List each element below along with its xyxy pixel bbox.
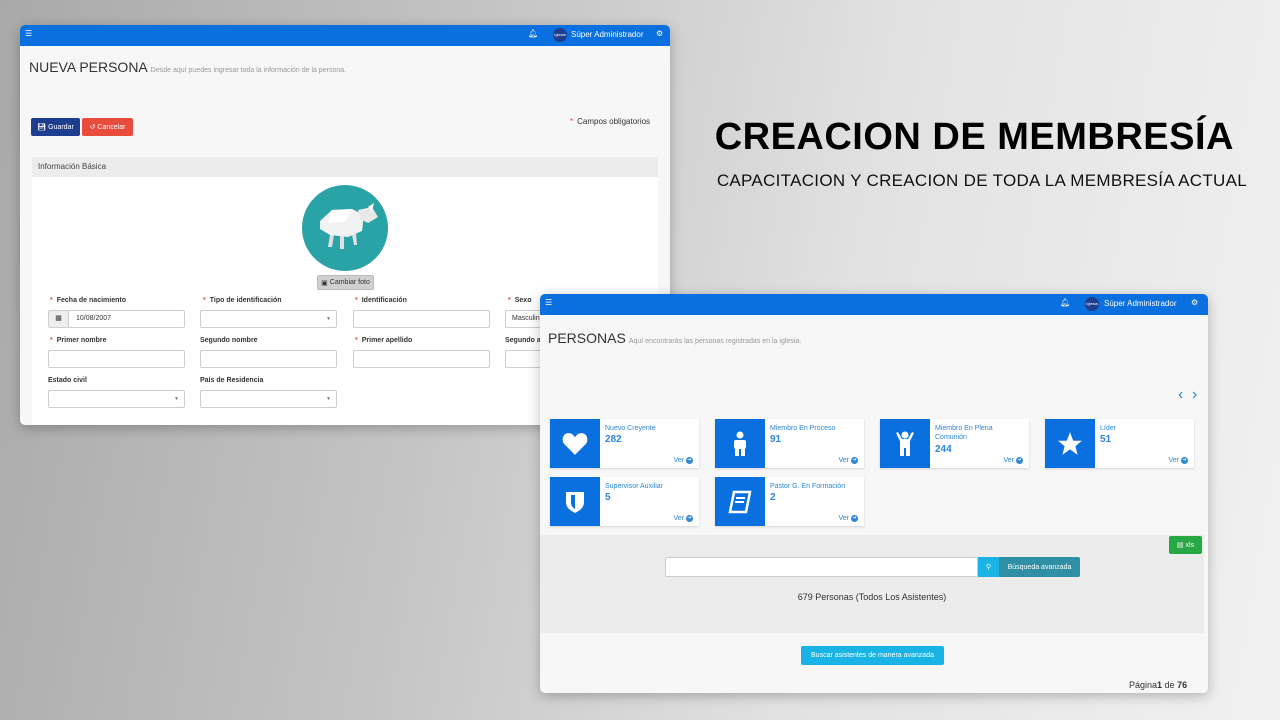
card-count: 91	[770, 434, 782, 445]
xls-export-button[interactable]: ▤ xls	[1169, 536, 1202, 554]
civil-status-select[interactable]: ▼	[48, 390, 185, 408]
hamburger-icon[interactable]: ☰	[25, 29, 32, 38]
avatar[interactable]: Iglesia	[1085, 297, 1099, 311]
person-arms-up-icon	[880, 419, 930, 468]
card-name: Nuevo Creyente	[605, 425, 656, 432]
card-lider[interactable]: Líder 51 Ver ➔	[1045, 419, 1194, 468]
required-note: * Campos obligatorios	[570, 117, 651, 126]
card-count: 51	[1100, 434, 1112, 445]
user-name[interactable]: Súper Administrador	[571, 30, 643, 39]
top-navbar: ☰ 🔔︎ Iglesia Súper Administrador ⚙	[540, 294, 1208, 315]
advanced-search-assistants-button[interactable]: Buscar asistentes de manera avanzada	[801, 646, 944, 665]
image-icon: ▣	[321, 279, 328, 287]
bell-icon[interactable]: 🔔︎	[1060, 298, 1070, 307]
page-title: PERSONAS Aquí encontrarás las personas re…	[548, 330, 802, 346]
floppy-icon: 💾︎	[37, 124, 47, 131]
person-photo	[302, 185, 388, 271]
change-photo-button[interactable]: ▣ Cambiar foto	[317, 275, 374, 290]
first-name-label: * Primer nombre	[50, 337, 107, 344]
chevron-right-icon[interactable]: ›	[1192, 386, 1197, 404]
card-name: Miembro En Plena Comunión	[935, 425, 993, 441]
country-label: País de Residencia	[200, 377, 264, 384]
sheep-icon	[320, 203, 378, 249]
chevron-down-icon: ▼	[326, 396, 331, 402]
card-miembro-en-proceso[interactable]: Miembro En Proceso 91 Ver ➔	[715, 419, 864, 468]
card-view-link[interactable]: Ver ➔	[838, 515, 858, 522]
card-count: 282	[605, 434, 622, 445]
undo-icon: ↺	[89, 124, 96, 131]
card-pastor-en-formacion[interactable]: Pastor G. En Formación 2 Ver ➔	[715, 477, 864, 526]
star-icon	[1045, 419, 1095, 468]
card-view-link[interactable]: Ver ➔	[1003, 457, 1023, 464]
card-nuevo-creyente[interactable]: Nuevo Creyente 282 Ver ➔	[550, 419, 699, 468]
cancel-button[interactable]: ↺ Cancelar	[82, 118, 133, 136]
calendar-icon: ▦	[49, 311, 69, 327]
panel-header: Información Básica	[32, 157, 658, 177]
file-excel-icon: ▤	[1176, 542, 1184, 549]
card-name: Miembro En Proceso	[770, 425, 836, 432]
hamburger-icon[interactable]: ☰	[545, 298, 552, 307]
slide-headline: CREACION DE MEMBRESÍA	[714, 116, 1234, 158]
civil-status-label: Estado civil	[48, 377, 87, 384]
card-view-link[interactable]: Ver ➔	[673, 457, 693, 464]
id-input[interactable]	[353, 310, 490, 328]
card-supervisor-auxiliar[interactable]: Supervisor Auxiliar 5 Ver ➔	[550, 477, 699, 526]
page-subtitle: Desde aquí puedes ingresar toda la infor…	[150, 67, 347, 74]
id-type-label: * Tipo de identificación	[203, 297, 282, 304]
card-view-link[interactable]: Ver ➔	[1168, 457, 1188, 464]
gear-icon[interactable]: ⚙	[656, 29, 663, 38]
id-label: * Identificación	[355, 297, 407, 304]
shield-icon	[550, 477, 600, 526]
card-count: 2	[770, 492, 776, 503]
search-icon: ⚲	[985, 564, 992, 571]
arrow-circle-right-icon: ➔	[1016, 457, 1023, 464]
card-count: 5	[605, 492, 611, 503]
save-button[interactable]: 💾︎ Guardar	[31, 118, 80, 136]
user-name[interactable]: Súper Administrador	[1104, 299, 1176, 308]
personas-window: ☰ 🔔︎ Iglesia Súper Administrador ⚙ PERSO…	[540, 294, 1208, 693]
birthdate-label: * Fecha de nacimiento	[50, 297, 126, 304]
arrow-circle-right-icon: ➔	[686, 515, 693, 522]
country-select[interactable]: ▼	[200, 390, 337, 408]
chevron-down-icon: ▼	[174, 396, 179, 402]
pagination: Página1 de 76	[1129, 680, 1188, 690]
card-name: Líder	[1100, 425, 1116, 432]
search-input[interactable]	[665, 557, 978, 577]
chevron-down-icon: ▼	[326, 316, 331, 322]
card-count: 244	[935, 444, 952, 455]
first-name-input[interactable]	[48, 350, 185, 368]
arrow-circle-right-icon: ➔	[1181, 457, 1188, 464]
top-navbar: ☰ 🔔︎ Iglesia Súper Administrador ⚙	[20, 25, 670, 46]
search-button[interactable]: ⚲	[978, 557, 999, 577]
arrow-circle-right-icon: ➔	[851, 457, 858, 464]
person-icon	[715, 419, 765, 468]
card-name: Supervisor Auxiliar	[605, 483, 663, 490]
card-miembro-plena-comunion[interactable]: Miembro En Plena Comunión 244 Ver ➔	[880, 419, 1029, 468]
advanced-search-button[interactable]: Búsqueda avanzada	[999, 557, 1080, 577]
first-surname-label: * Primer apellido	[355, 337, 413, 344]
birthdate-field[interactable]: ▦ 10/08/2007	[48, 310, 185, 328]
card-view-link[interactable]: Ver ➔	[838, 457, 858, 464]
book-icon	[715, 477, 765, 526]
first-surname-input[interactable]	[353, 350, 490, 368]
chevron-left-icon[interactable]: ‹	[1178, 386, 1183, 404]
slide-subline: CAPACITACION Y CREACION DE TODA LA MEMBR…	[716, 171, 1247, 190]
heart-icon	[550, 419, 600, 468]
sex-label: * Sexo	[508, 297, 532, 304]
total-count-text: 679 Personas (Todos Los Asistentes)	[797, 592, 947, 602]
avatar[interactable]: Iglesia	[553, 28, 567, 42]
card-view-link[interactable]: Ver ➔	[673, 515, 693, 522]
arrow-circle-right-icon: ➔	[686, 457, 693, 464]
second-name-label: Segundo nombre	[200, 337, 258, 344]
bell-icon[interactable]: 🔔︎	[528, 29, 538, 38]
id-type-select[interactable]: ▼	[200, 310, 337, 328]
arrow-circle-right-icon: ➔	[851, 515, 858, 522]
gear-icon[interactable]: ⚙	[1191, 298, 1198, 307]
page-title: NUEVA PERSONA Desde aquí puedes ingresar …	[29, 59, 347, 75]
page-subtitle: Aquí encontrarás las personas registrada…	[628, 338, 802, 345]
search-area	[540, 535, 1204, 633]
card-name: Pastor G. En Formación	[770, 483, 846, 490]
second-name-input[interactable]	[200, 350, 337, 368]
